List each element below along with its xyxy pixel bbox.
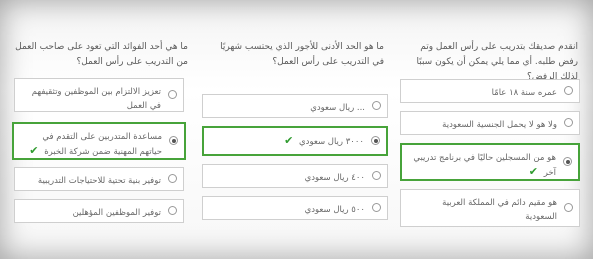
radio-button-selected[interactable] bbox=[563, 157, 572, 166]
question-text: ما هو الحد الأدنى للأجور الذي يحتسب شهري… bbox=[220, 42, 384, 67]
answer-option[interactable]: ٥٠٠ ريال سعودي bbox=[202, 196, 388, 220]
radio-button[interactable] bbox=[168, 90, 177, 99]
check-icon: ✔ bbox=[528, 165, 538, 178]
answer-option[interactable]: ولا هو لا يحمل الجنسية السعودية bbox=[400, 111, 580, 135]
answer-option[interactable]: عمره سنة ١٨ عامًا bbox=[400, 79, 580, 103]
answer-option[interactable]: ... ريال سعودي bbox=[202, 94, 388, 118]
quiz-screen: انقدم صديقك بتدريب على رأس العمل وتم رفض… bbox=[0, 0, 593, 259]
question-block-1: انقدم صديقك بتدريب على رأس العمل وتم رفض… bbox=[398, 0, 588, 259]
question-text: ما هي أحد الفوائد التي تعود على صاحب الع… bbox=[15, 42, 188, 67]
check-icon: ✔ bbox=[29, 144, 39, 157]
question-block-3: ما هي أحد الفوائد التي تعود على صاحب الع… bbox=[8, 0, 196, 259]
answer-option[interactable]: ٤٠٠ ريال سعودي bbox=[202, 164, 388, 188]
answer-option[interactable]: توفير بنية تحتية للاحتياجات التدريبية bbox=[14, 167, 184, 191]
answer-option[interactable]: هو مقيم دائم في المملكة العربية السعودية bbox=[400, 189, 580, 227]
radio-button[interactable] bbox=[564, 86, 573, 95]
radio-button[interactable] bbox=[168, 174, 177, 183]
answer-option-selected[interactable]: هو من المسجلين حاليًا في برنامج تدريبي آ… bbox=[400, 143, 580, 181]
check-icon: ✔ bbox=[284, 134, 294, 147]
radio-button[interactable] bbox=[168, 206, 177, 215]
radio-button[interactable] bbox=[564, 203, 573, 212]
answer-option-selected[interactable]: مساعدة المتدربين على التقدم في حياتهم ال… bbox=[12, 122, 186, 160]
question-block-2: ما هو الحد الأدنى للأجور الذي يحتسب شهري… bbox=[200, 0, 392, 259]
radio-button[interactable] bbox=[372, 171, 381, 180]
radio-button[interactable] bbox=[372, 101, 381, 110]
answer-option[interactable]: توفير الموظفين المؤهلين bbox=[14, 199, 184, 223]
radio-button[interactable] bbox=[564, 118, 573, 127]
radio-button[interactable] bbox=[372, 203, 381, 212]
answer-option[interactable]: تعزيز الالتزام بين الموظفين وتثقيفهم في … bbox=[14, 78, 184, 112]
answer-option-selected[interactable]: ٣٠٠٠ ريال سعودي ✔ bbox=[202, 126, 388, 156]
radio-button-selected[interactable] bbox=[371, 136, 380, 145]
radio-button-selected[interactable] bbox=[169, 136, 178, 145]
